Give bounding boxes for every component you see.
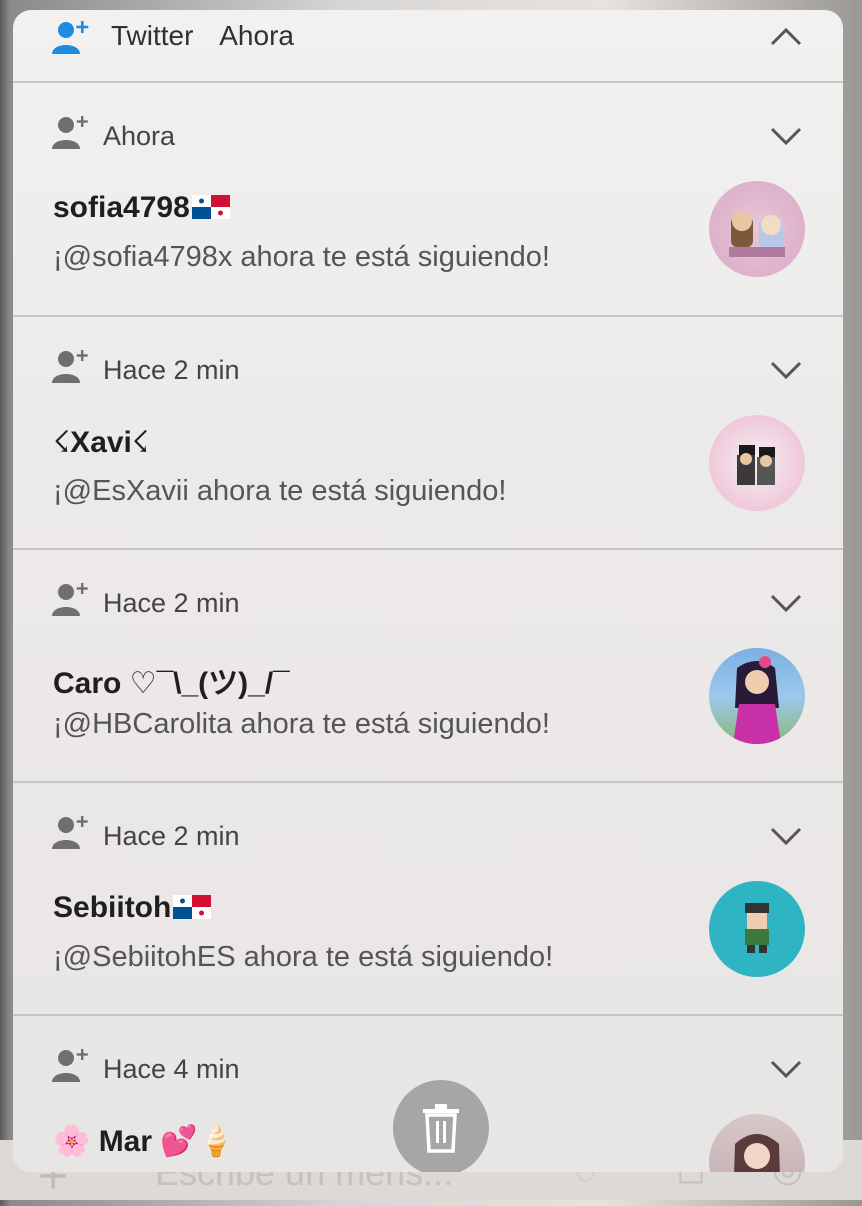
chevron-down-icon[interactable] bbox=[769, 359, 803, 381]
trash-icon bbox=[423, 1104, 459, 1153]
delete-button[interactable] bbox=[393, 1080, 489, 1172]
chevron-down-icon[interactable] bbox=[769, 592, 803, 614]
group-time: Ahora bbox=[219, 20, 294, 51]
panama-flag-icon bbox=[173, 895, 212, 919]
notification-item[interactable]: Hace 2 min Caro ♡¯\_(ツ)_/¯ ¡@HBCarolita … bbox=[13, 550, 843, 782]
notification-message: ¡@EsXavii ahora te está siguiendo! bbox=[53, 475, 507, 507]
notification-group-header[interactable]: Twitter Ahora bbox=[13, 10, 843, 82]
notification-message: ¡@sofia4798x ahora te está siguiendo! bbox=[53, 241, 550, 273]
person-add-icon bbox=[52, 350, 88, 383]
person-add-icon bbox=[52, 1049, 88, 1082]
notification-title: Sebiitoh bbox=[53, 891, 212, 925]
chevron-down-icon[interactable] bbox=[769, 125, 803, 147]
notification-panel: Twitter Ahora Ahora sofia4798 ¡@sofia479… bbox=[13, 10, 843, 1172]
notification-time: Hace 2 min bbox=[103, 821, 240, 851]
avatar bbox=[709, 881, 805, 977]
notification-title: Caro ♡¯\_(ツ)_/¯ bbox=[53, 667, 290, 700]
person-add-icon bbox=[52, 116, 88, 149]
notification-time: Ahora bbox=[103, 121, 176, 151]
chevron-down-icon[interactable] bbox=[769, 1058, 803, 1080]
notification-time: Hace 2 min bbox=[103, 588, 240, 618]
notification-title: 🌸 Mar 💕🍦 bbox=[53, 1125, 236, 1158]
person-add-icon bbox=[52, 21, 89, 54]
notification-time: Hace 2 min bbox=[103, 355, 240, 385]
user-display-name: sofia4798 bbox=[53, 191, 190, 224]
notification-message: ¡@HBCarolita ahora te está siguiendo! bbox=[53, 708, 550, 740]
notification-title: sofia4798 bbox=[53, 191, 230, 225]
avatar bbox=[709, 415, 805, 511]
person-add-icon bbox=[52, 816, 88, 849]
notification-item[interactable]: Ahora sofia4798 ¡@sofia4798x ahora te es… bbox=[13, 83, 843, 315]
notification-message: ¡@SebiitohES ahora te está siguiendo! bbox=[53, 941, 554, 973]
notification-title: ☇Xavi☇ bbox=[53, 426, 150, 459]
group-title: Twitter Ahora bbox=[111, 20, 294, 52]
notification-time: Hace 4 min bbox=[103, 1054, 240, 1084]
avatar bbox=[709, 648, 805, 744]
panama-flag-icon bbox=[191, 195, 230, 219]
notification-item[interactable]: Hace 2 min Sebiitoh ¡@SebiitohES ahora t… bbox=[13, 783, 843, 1015]
app-name: Twitter bbox=[111, 20, 194, 51]
notification-item[interactable]: Hace 2 min ☇Xavi☇ ¡@EsXavii ahora te est… bbox=[13, 317, 843, 549]
avatar bbox=[709, 181, 805, 277]
person-add-icon bbox=[52, 583, 88, 616]
chevron-up-icon[interactable] bbox=[769, 24, 803, 48]
chevron-down-icon[interactable] bbox=[769, 825, 803, 847]
user-display-name: Sebiitoh bbox=[53, 891, 172, 924]
avatar bbox=[709, 1114, 805, 1172]
